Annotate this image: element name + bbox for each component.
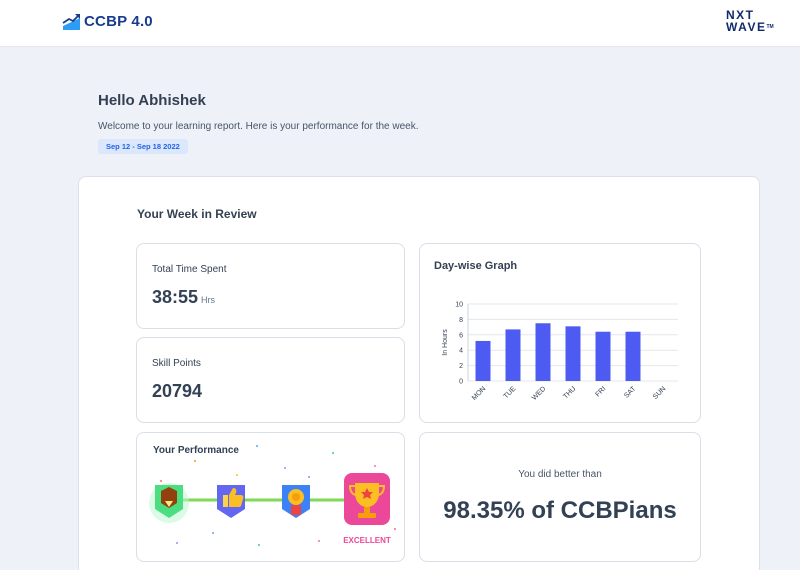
skill-points-card: Skill Points 20794 bbox=[136, 337, 405, 423]
time-spent-label: Total Time Spent bbox=[152, 264, 227, 275]
time-spent-unit: Hrs bbox=[201, 295, 216, 305]
x-tick-label: WED bbox=[531, 385, 548, 402]
x-tick-label: THU bbox=[562, 385, 577, 400]
performance-card: Your Performance EXCELLENT bbox=[136, 432, 405, 562]
comparison-value: 98.35% of CCBPians bbox=[443, 497, 677, 524]
y-tick-label: 6 bbox=[459, 332, 463, 339]
comparison-text: You did better than bbox=[518, 469, 602, 480]
time-spent-card: Total Time Spent 38:55 Hrs bbox=[136, 243, 405, 329]
day-wise-bar-chart: 0 2 4 6 8 10 In Hours MON TUE WED THU FRI SAT SUN bbox=[442, 302, 678, 402]
y-tick-label: 10 bbox=[455, 302, 463, 309]
thumbs-up-badge-icon bbox=[217, 485, 245, 518]
week-review-title: Your Week in Review bbox=[137, 207, 257, 221]
bar-mon bbox=[475, 340, 491, 381]
skill-points-value: 20794 bbox=[152, 381, 203, 401]
x-tick-label: MON bbox=[471, 385, 488, 402]
ccbp-logo[interactable]: CCBP 4.0 bbox=[62, 12, 153, 31]
y-axis-label: In Hours bbox=[442, 329, 449, 356]
x-tick-label: FRI bbox=[594, 385, 607, 398]
bar-sat bbox=[625, 331, 641, 381]
greeting-title: Hello Abhishek bbox=[98, 92, 206, 109]
chart-logo-icon bbox=[62, 14, 80, 30]
logo-word: WAVE bbox=[726, 20, 767, 34]
x-tick-label: SUN bbox=[652, 385, 667, 400]
welcome-text: Welcome to your learning report. Here is… bbox=[98, 121, 419, 132]
day-wise-graph-card: Day-wise Graph 0 2 4 6 8 10 In Hours MON TUE WED T… bbox=[419, 243, 701, 423]
x-tick-label: SAT bbox=[623, 385, 638, 400]
time-spent-value: 38:55 Hrs bbox=[152, 287, 215, 308]
bar-thu bbox=[565, 326, 581, 381]
performance-level: EXCELLENT bbox=[343, 536, 391, 545]
y-tick-label: 4 bbox=[459, 348, 463, 355]
brand-name: CCBP 4.0 bbox=[84, 13, 153, 30]
medal-badge-icon bbox=[282, 485, 310, 518]
comparison-card: You did better than 98.35% of CCBPians bbox=[419, 432, 701, 562]
performance-track: EXCELLENT bbox=[149, 445, 396, 546]
bar-fri bbox=[595, 331, 611, 381]
nxtwave-logo[interactable]: NXT WAVETM bbox=[726, 9, 778, 33]
bar-wed bbox=[535, 323, 551, 381]
x-tick-label: TUE bbox=[503, 385, 518, 400]
skill-points-label: Skill Points bbox=[152, 358, 201, 369]
bar-tue bbox=[505, 329, 521, 381]
logo-line-2: WAVETM bbox=[726, 21, 778, 33]
time-spent-number: 38:55 bbox=[152, 287, 199, 307]
date-range-badge: Sep 12 - Sep 18 2022 bbox=[98, 139, 188, 154]
pencil-badge-icon bbox=[149, 483, 189, 523]
top-navbar: CCBP 4.0 NXT WAVETM bbox=[0, 0, 800, 47]
y-tick-label: 2 bbox=[459, 363, 463, 370]
y-tick-label: 0 bbox=[459, 379, 463, 386]
y-tick-label: 8 bbox=[459, 317, 463, 324]
trophy-badge-icon bbox=[344, 473, 390, 525]
logo-tm: TM bbox=[766, 24, 774, 30]
